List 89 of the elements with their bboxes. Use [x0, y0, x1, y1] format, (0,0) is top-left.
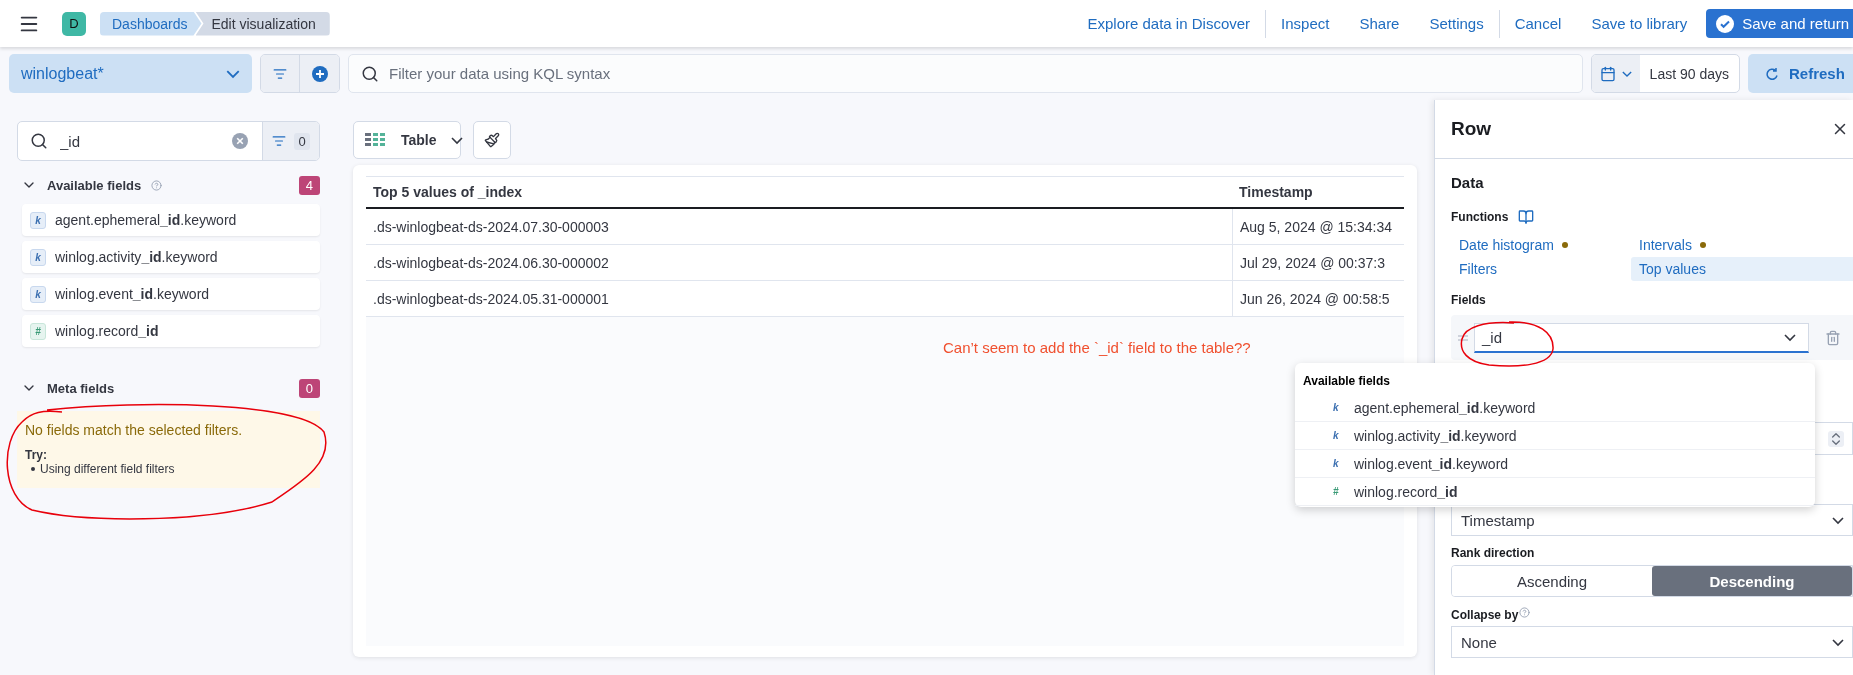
add-filter-button[interactable]	[300, 55, 339, 92]
refresh-button[interactable]: Refresh	[1748, 54, 1853, 93]
field-search[interactable]: _id 0	[17, 121, 320, 161]
field-item[interactable]: k winlog.event_id.keyword	[22, 278, 320, 310]
field-item[interactable]: k winlog.activity_id.keyword	[22, 241, 320, 273]
count-badge: 4	[298, 175, 320, 195]
table-cell: Aug 5, 2024 @ 15:34:34	[1232, 209, 1404, 245]
table-cell: Jun 26, 2024 @ 00:58:5	[1232, 281, 1404, 317]
callout-message: No fields match the selected filters.	[25, 422, 244, 438]
panel-title: Row	[1451, 118, 1492, 140]
callout-suggestion: Using different field filters	[40, 462, 175, 476]
segment-button[interactable]: Descending	[1652, 566, 1852, 596]
plus-icon	[311, 65, 328, 82]
header-link[interactable]: Cancel	[1499, 15, 1577, 32]
table-cell: .ds-winlogbeat-ds-2024.07.30-000003	[366, 209, 1232, 245]
refresh-icon	[1766, 66, 1779, 81]
column-header[interactable]: Timestamp	[1232, 177, 1404, 209]
chevron-down-icon	[450, 136, 463, 144]
callout-label: Try:	[25, 448, 48, 462]
header-link[interactable]: Inspect	[1266, 15, 1345, 32]
data-view-picker[interactable]: winlogbeat*	[9, 54, 252, 93]
field-label: Fields	[1451, 293, 1486, 307]
section-title: Data	[1451, 174, 1485, 191]
header-link[interactable]: Explore data in Discover	[1072, 15, 1266, 32]
search-input[interactable]: _id	[48, 122, 232, 160]
table-cell: .ds-winlogbeat-ds-2024.06.30-000002	[366, 245, 1232, 281]
dropdown-option[interactable]: k winlog.activity_id.keyword	[1295, 422, 1815, 450]
field-type-icon: k	[30, 285, 46, 303]
chevron-down-icon	[1832, 638, 1844, 646]
header-link[interactable]: Settings	[1414, 15, 1499, 32]
field-type-icon: k	[1333, 430, 1341, 441]
header-link[interactable]: Share	[1344, 15, 1415, 32]
clear-icon[interactable]	[232, 133, 248, 149]
breadcrumb[interactable]: Dashboards	[100, 11, 202, 36]
function-option[interactable]: Filters	[1451, 257, 1631, 281]
field-combobox[interactable]: _id	[1474, 322, 1809, 353]
field-label: Rank direction	[1451, 546, 1535, 560]
paintbrush-icon	[484, 132, 500, 148]
field-item[interactable]: k agent.ephemeral_id.keyword	[22, 204, 320, 236]
field-label: Collapse by	[1451, 608, 1519, 622]
filter-icon	[273, 66, 287, 81]
annotation-note: Can’t seem to add the `_id` field to the table??	[943, 339, 1252, 356]
chevron-down-icon	[1832, 516, 1844, 524]
header-link[interactable]: Save to library	[1576, 15, 1703, 32]
breadcrumb[interactable]: Edit visualization	[195, 11, 330, 36]
help-icon	[1519, 606, 1531, 618]
chevron-down-icon	[1784, 333, 1796, 341]
date-quick-menu-button[interactable]	[1591, 55, 1640, 92]
book-icon[interactable]	[1518, 209, 1535, 225]
collapse-select[interactable]: None	[1451, 626, 1853, 658]
chevron-down-icon	[1621, 70, 1632, 77]
dropdown-option[interactable]: k winlog.event_id.keyword	[1295, 450, 1815, 478]
chart-type-dropdown[interactable]: Table	[353, 121, 461, 159]
field-type-icon: k	[30, 211, 46, 229]
filter-icon	[272, 134, 287, 148]
section-title: Meta fields	[47, 380, 115, 396]
field-type-icon: k	[30, 248, 46, 266]
column-header[interactable]: Top 5 values of _index	[366, 177, 1232, 209]
field-type-icon: k	[1333, 458, 1341, 469]
field-type-icon: k	[1333, 402, 1341, 413]
check-icon	[1716, 14, 1735, 33]
function-option[interactable]: Date histogram	[1451, 233, 1631, 257]
table-cell: .ds-winlogbeat-ds-2024.05.31-000001	[366, 281, 1232, 317]
bullet-dot	[31, 467, 35, 471]
field-label: Functions	[1451, 210, 1509, 224]
count-badge: 0	[298, 378, 320, 398]
search-icon	[30, 132, 48, 150]
style-button[interactable]	[473, 121, 511, 159]
dropdown-option[interactable]: # winlog.record_id	[1295, 478, 1815, 506]
save-and-return-button[interactable]: Save and return	[1706, 9, 1853, 38]
field-type-icon: #	[30, 322, 46, 340]
chevron-down-icon	[226, 69, 240, 78]
search-icon	[361, 64, 379, 83]
calendar-icon	[1599, 65, 1616, 82]
function-option[interactable]: Intervals	[1631, 233, 1853, 257]
trash-icon[interactable]	[1825, 329, 1841, 346]
table-icon	[365, 133, 387, 147]
stepper-icon[interactable]	[1828, 430, 1844, 447]
space-avatar[interactable]: D	[62, 11, 86, 36]
table-cell: Jul 29, 2024 @ 00:37:3	[1232, 245, 1404, 281]
section-title: Available fields	[47, 177, 142, 193]
dropdown-heading: Available fields	[1302, 373, 1391, 390]
drag-handle-icon[interactable]	[1458, 334, 1468, 341]
field-type-icon: #	[1333, 486, 1341, 497]
field-filter-button[interactable]: 0	[262, 122, 319, 160]
function-option[interactable]: Top values	[1631, 257, 1853, 281]
field-item[interactable]: # winlog.record_id	[22, 315, 320, 347]
help-icon	[151, 179, 163, 191]
dropdown-option[interactable]: k agent.ephemeral_id.keyword	[1295, 394, 1815, 422]
